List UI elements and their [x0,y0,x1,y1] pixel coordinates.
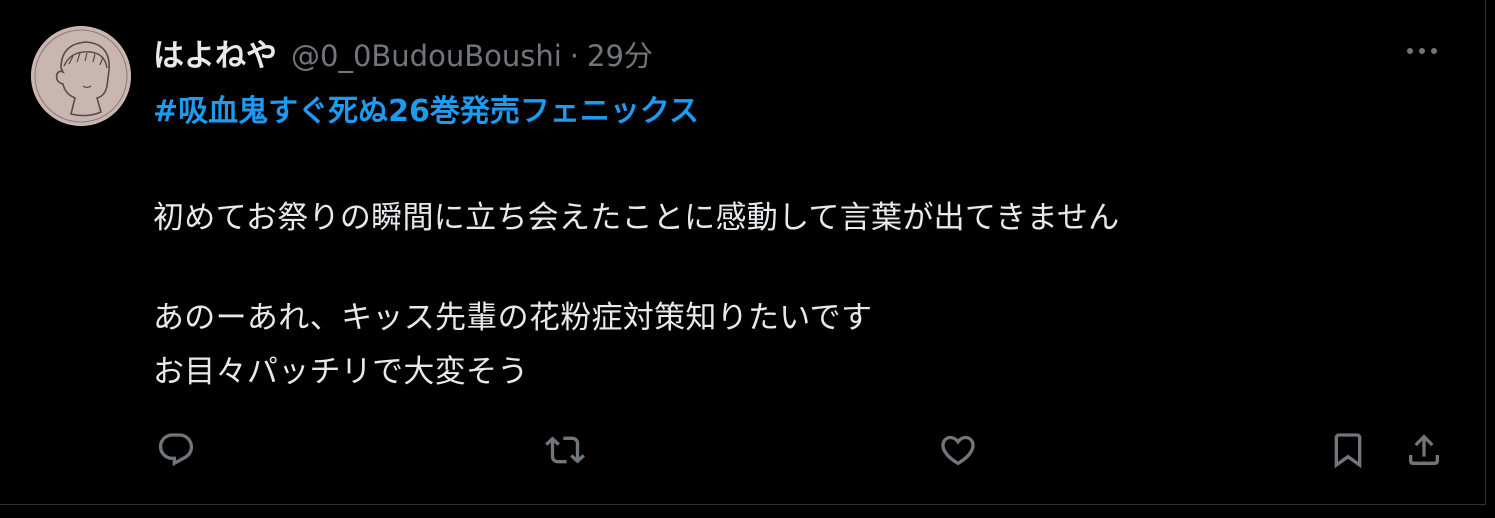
more-dots-icon [1407,48,1437,54]
bookmark-button[interactable] [1326,428,1370,472]
bookmark-icon [1334,433,1362,469]
retweet-icon [545,436,585,464]
tweet-text-line: あのーあれ、キッス先輩の花粉症対策知りたいです [153,300,873,336]
display-name[interactable]: はよねや [153,30,277,75]
tweet-header: はよねや @0_0BudouBoushi · 29分 [153,30,653,76]
share-button[interactable] [1402,428,1446,472]
tweet-time[interactable]: 29分 [587,33,653,75]
avatar[interactable] [31,26,131,126]
retweet-button[interactable] [543,428,587,472]
like-button[interactable] [936,428,980,472]
heart-icon [941,435,975,466]
user-handle[interactable]: @0_0BudouBoushi [291,39,562,73]
reply-icon [158,433,194,467]
hashtag-link[interactable]: #吸血鬼すぐ死ぬ26巻発売フェニックス [153,86,699,130]
separator-dot: · [569,39,579,73]
tweet-card[interactable]: はよねや @0_0BudouBoushi · 29分 #吸血鬼すぐ死ぬ26巻発売… [0,0,1486,505]
more-options-button[interactable] [1402,34,1442,68]
share-icon [1409,434,1439,465]
tweet-text-line: 初めてお祭りの瞬間に立ち会えたことに感動して言葉が出てきません [153,200,1120,236]
avatar-portrait-icon [31,26,131,126]
tweet-text-line: お目々パッチリで大変そう [153,354,529,390]
reply-button[interactable] [154,428,198,472]
